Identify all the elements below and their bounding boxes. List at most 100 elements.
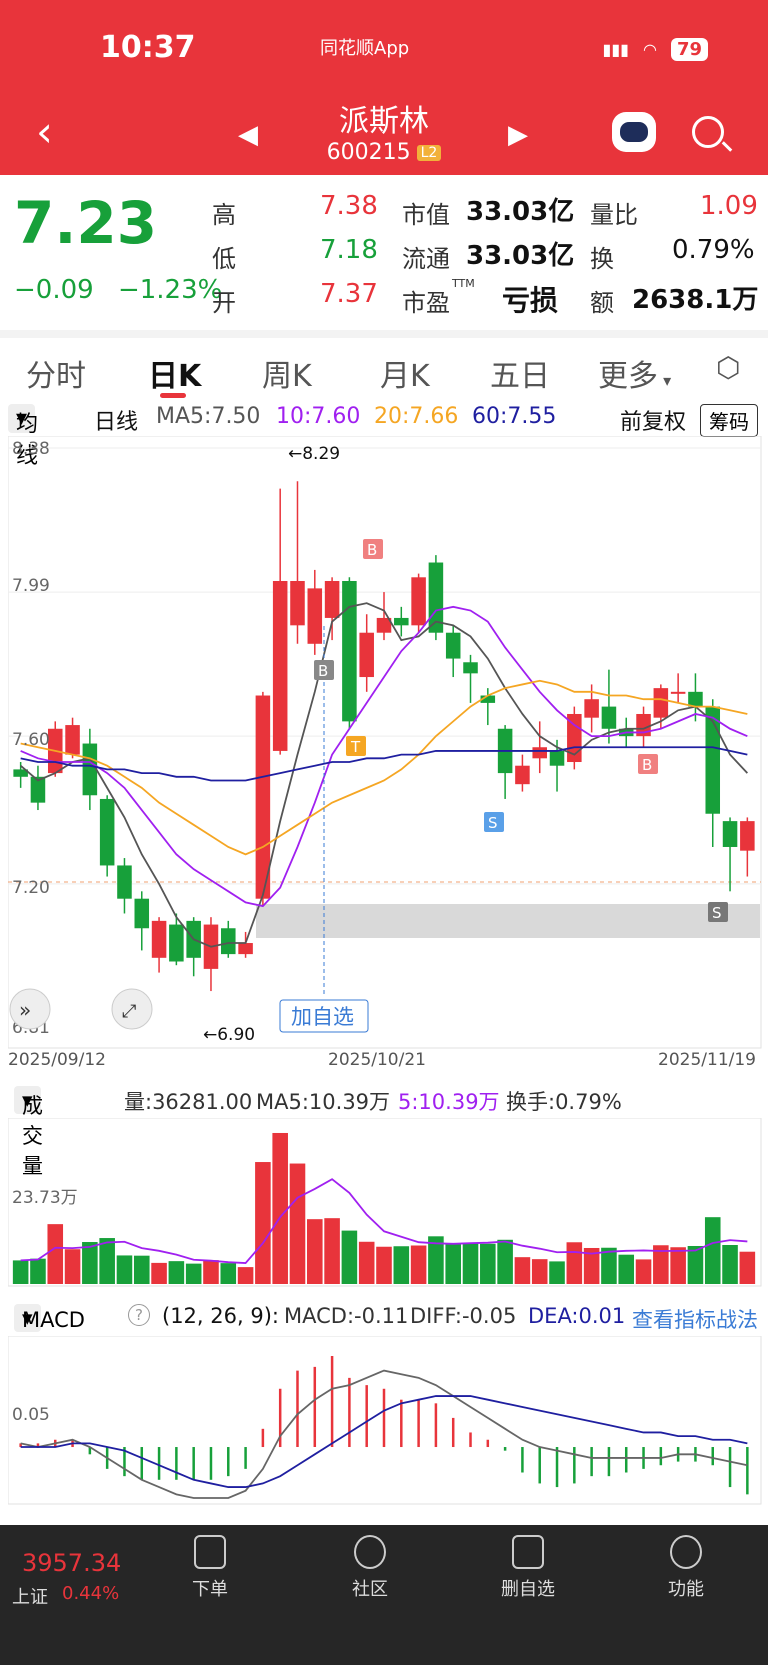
signal-sell-2-label: S — [712, 904, 722, 922]
signal-markers: B B T S B S — [314, 539, 728, 922]
volume-bar — [64, 1249, 81, 1284]
tab-daily-k[interactable]: 日K — [148, 351, 201, 395]
ma5-value: MA5:7.50 — [156, 404, 261, 429]
candlestick-chart[interactable]: 8.38 7.99 7.60 7.20 6.81 ←8.29 ←6.90 加自选… — [8, 436, 762, 1050]
settings-hex-icon[interactable]: ⬡ — [716, 351, 740, 384]
turnover-value: 0.79% — [672, 235, 755, 265]
search-icon[interactable] — [692, 116, 724, 148]
candle-body — [722, 821, 738, 847]
macd-legend: MACD ▾ ? (12, 26, 9): MACD:-0.11 DIFF:-0… — [0, 1300, 768, 1336]
tab-more-label: 更多 — [598, 359, 658, 394]
macd-chart: 0.05 — [8, 1336, 762, 1505]
order-button[interactable]: 下单 — [160, 1535, 260, 1601]
candle-body — [117, 865, 132, 899]
float-value: 33.03亿 — [466, 241, 575, 271]
signal-icon: ▮▮▮ — [602, 40, 629, 59]
volume-bar — [739, 1251, 756, 1284]
signal-buy-3-label: B — [642, 756, 652, 774]
volume-bar — [151, 1262, 167, 1284]
volume-bar — [116, 1255, 133, 1284]
volume-bars — [12, 1132, 756, 1284]
remove-watchlist-icon — [512, 1535, 544, 1569]
volume-bar — [237, 1267, 254, 1284]
volume-bar — [531, 1259, 548, 1284]
index-value[interactable]: 3957.34 — [22, 1549, 121, 1577]
signal-buy-2-label: B — [318, 662, 328, 680]
low-label: 低 — [212, 245, 236, 273]
signal-buy-1-label: B — [367, 541, 377, 559]
price-label-3: 7.60 — [12, 730, 50, 750]
tab-more[interactable]: 更多 ▾ — [598, 351, 671, 395]
volume-bar — [410, 1245, 427, 1284]
candle-body — [238, 943, 253, 955]
volume-ma5b: 5:10.39万 — [398, 1090, 500, 1114]
macd-select[interactable]: MACD ▾ — [14, 1304, 85, 1332]
volume-bar — [30, 1258, 46, 1284]
tab-five-day[interactable]: 五日 — [490, 351, 550, 395]
functions-icon — [670, 1535, 702, 1569]
volume-bar — [255, 1162, 271, 1284]
chips-button[interactable]: 筹码 — [700, 404, 758, 437]
header-bar: 10:37 同花顺App ▮▮▮ ◠ 79 ‹ ◀ ▶ 派斯林 600215 L2 — [0, 0, 768, 175]
price-label-top: 8.38 — [12, 439, 50, 459]
price-label-4: 7.20 — [12, 878, 50, 898]
candle-body — [324, 580, 340, 618]
volume-bar — [289, 1163, 306, 1284]
tab-weekly-k[interactable]: 周K — [262, 351, 312, 395]
date-axis: 2025/09/12 2025/10/21 2025/11/19 — [8, 1050, 762, 1074]
volume-bar — [670, 1247, 686, 1284]
chart-frame — [8, 436, 762, 1049]
fullscreen-glyph: ⤢ — [122, 1001, 137, 1022]
status-time: 10:37 — [100, 30, 196, 65]
remove-watchlist-label: 删自选 — [501, 1579, 555, 1600]
candle-body — [515, 765, 530, 785]
volume-select[interactable]: 成交量 ▾ — [14, 1086, 43, 1178]
date-end: 2025/11/19 — [658, 1050, 756, 1070]
community-button[interactable]: 社区 — [320, 1535, 420, 1601]
tab-monthly-k[interactable]: 月K — [380, 351, 430, 395]
float-label: 流通 — [402, 245, 450, 273]
community-label: 社区 — [352, 1579, 388, 1600]
volume-bar — [566, 1242, 583, 1284]
tab-timeshare[interactable]: 分时 — [26, 351, 86, 395]
volume-bar — [445, 1244, 461, 1284]
volume-bar — [687, 1245, 704, 1284]
date-start: 2025/09/12 — [8, 1050, 106, 1070]
volume-bar — [82, 1242, 98, 1284]
candle-body — [394, 617, 409, 626]
low-marker: ←6.90 — [203, 1025, 255, 1045]
robot-assistant-icon[interactable] — [612, 112, 656, 152]
help-icon[interactable]: ? — [128, 1304, 150, 1326]
section-divider — [0, 330, 768, 338]
volume-bar — [203, 1260, 219, 1284]
candle-body — [221, 928, 236, 955]
open-label: 开 — [212, 289, 236, 317]
diff-value: DIFF:-0.05 — [410, 1304, 517, 1328]
volume-bar — [133, 1255, 150, 1284]
volume-bar — [12, 1260, 29, 1284]
index-change: 0.44% — [62, 1583, 120, 1604]
volume-bar — [376, 1246, 392, 1284]
adjust-mode[interactable]: 前复权 — [620, 404, 686, 436]
candle-body — [653, 688, 669, 718]
bottom-bar: 3957.34 上证 0.44% 下单 社区 删自选 功能 — [0, 1525, 768, 1665]
remove-watchlist-button[interactable]: 删自选 — [478, 1535, 578, 1601]
status-app-label: 同花顺App — [320, 38, 410, 59]
indicator-strategy-link[interactable]: 查看指标战法 — [632, 1304, 758, 1334]
macd-select-label: MACD — [22, 1308, 85, 1332]
turnover-label: 换 — [590, 245, 614, 273]
volume-ratio-value: 1.09 — [700, 191, 758, 221]
candle-body — [532, 747, 547, 759]
volume-ratio-label: 量比 — [590, 201, 638, 229]
functions-button[interactable]: 功能 — [636, 1535, 736, 1601]
pe-label: 市盈 — [402, 289, 450, 317]
stock-code: 600215 — [326, 140, 411, 165]
volume-bar — [307, 1219, 323, 1284]
ma-legend: 均线 ▾ 日线 MA5:7.50 10:7.60 20:7.66 60:7.55… — [0, 402, 768, 469]
turnover-rate: 换手:0.79% — [506, 1090, 622, 1114]
candle-body — [65, 725, 80, 755]
candle-body — [359, 632, 374, 678]
volume-legend: 成交量 ▾ 量:36281.00 MA5:10.39万 5:10.39万 换手:… — [0, 1082, 768, 1178]
indicator-select[interactable]: 均线 ▾ — [8, 404, 38, 469]
open-value: 7.37 — [320, 279, 378, 309]
